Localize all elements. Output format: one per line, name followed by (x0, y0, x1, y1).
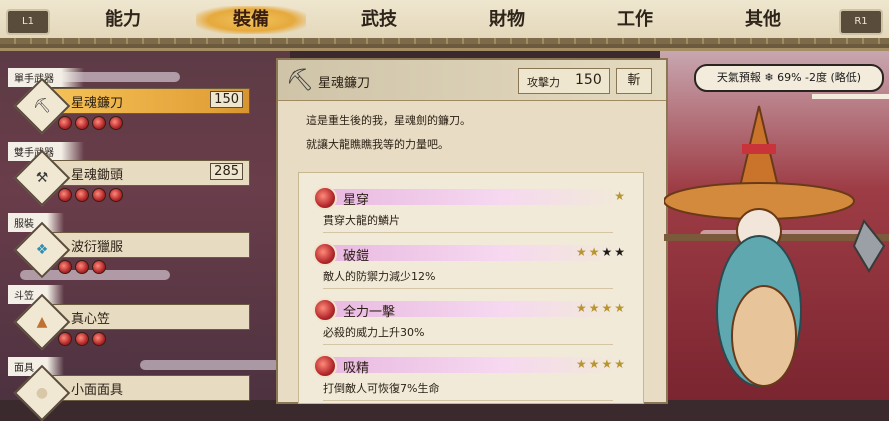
equipment-slot-two-hand[interactable]: 星魂鋤頭 285 (48, 160, 250, 186)
skill-desc: 敵人的防禦力減少12% (323, 268, 613, 289)
slot-value: 150 (210, 91, 243, 108)
gem-icon (92, 332, 106, 346)
slot-name: 小面面具 (71, 383, 124, 398)
clothing-icon: ❖ (35, 242, 49, 258)
attack-label: 攻擊力 (527, 76, 560, 89)
detail-header: ⛏ 星魂鐮刀 攻擊力 150 斬 (278, 60, 666, 101)
tab-equipment[interactable]: 裝備 (196, 6, 306, 34)
character-apron (731, 285, 797, 387)
slot-value: 285 (210, 163, 243, 180)
star-icon: ★★ (601, 245, 627, 259)
skill-stars: ★★★★ (576, 357, 627, 371)
gem-icon (75, 332, 89, 346)
equipment-slot-clothing[interactable]: 波衍獵服 (48, 232, 250, 258)
tab-ability[interactable]: 能力 (68, 6, 178, 34)
gem-row (58, 331, 109, 346)
nav-rail (0, 38, 889, 44)
description-line: 這是重生後的我，星魂劍的鐮刀。 (306, 114, 471, 127)
weapon-name: 星魂鐮刀 (318, 76, 371, 91)
skill-orb-icon (313, 354, 337, 378)
skill-stars: ★ (614, 189, 627, 203)
star-icon: ★★ (575, 245, 602, 259)
gem-icon (58, 260, 72, 274)
gem-row (58, 259, 109, 274)
skill-orb-icon (313, 186, 337, 210)
gem-icon (58, 116, 72, 130)
skill-name: 星穿 (343, 193, 370, 208)
slot-name: 波衍獵服 (71, 240, 124, 255)
skill-desc: 打倒敵人可恢復7%生命 (323, 380, 613, 401)
axe-head (852, 219, 886, 273)
hoe-icon: ⚒ (35, 170, 49, 186)
gem-icon (58, 332, 72, 346)
gem-icon (92, 116, 106, 130)
star-icon: ★★★★ (575, 301, 627, 315)
prev-tab-button[interactable]: L1 (6, 9, 50, 35)
skill-item[interactable]: 吸精 ★★★★ 打倒敵人可恢復7%生命 (313, 353, 633, 407)
item-detail-panel: ⛏ 星魂鐮刀 攻擊力 150 斬 這是重生後的我，星魂劍的鐮刀。 就讓大龍瞧瞧我… (276, 58, 668, 404)
gem-icon (92, 260, 106, 274)
sickle-icon: ⛏ (286, 68, 314, 93)
tab-martial-arts[interactable]: 武技 (324, 6, 434, 34)
tab-other[interactable]: 其他 (708, 6, 818, 34)
attack-value: 150 (575, 72, 602, 88)
skill-stars: ★★★★ (576, 245, 627, 259)
gem-icon (75, 116, 89, 130)
gem-row (58, 187, 126, 202)
star-icon: ★ (614, 189, 627, 203)
equipment-slot-mask[interactable]: 小面面具 (48, 375, 250, 401)
equipment-slot-hat[interactable]: 真心笠 (48, 304, 250, 330)
gem-icon (109, 188, 123, 202)
next-tab-button[interactable]: R1 (839, 9, 883, 35)
character-figure (664, 105, 889, 387)
sickle-icon: ⛏ (33, 98, 51, 114)
gem-icon (75, 260, 89, 274)
skill-orb-icon (313, 242, 337, 266)
skill-name: 破鎧 (343, 249, 370, 264)
slot-name: 真心笠 (71, 312, 111, 327)
skill-desc: 貫穿大龍的鱗片 (323, 212, 613, 233)
skill-list: 星穿 ★ 貫穿大龍的鱗片 破鎧 ★★★★ 敵人的防禦力減少12% 全力一擊 ★★… (298, 172, 644, 404)
description-line: 就讓大龍瞧瞧我等的力量吧。 (306, 138, 449, 151)
hat-icon: ▲ (36, 314, 48, 330)
tab-possessions[interactable]: 財物 (452, 6, 562, 34)
slot-name: 星魂鋤頭 (71, 168, 124, 183)
skill-item[interactable]: 星穿 ★ 貫穿大龍的鱗片 (313, 185, 633, 239)
weather-forecast: 天氣預報 ❄ 69% -2度 (略低) (694, 64, 884, 92)
mask-icon: ● (35, 385, 49, 401)
gem-icon (109, 116, 123, 130)
hat-band (742, 144, 776, 154)
tab-work[interactable]: 工作 (580, 6, 690, 34)
slot-name: 星魂鐮刀 (71, 96, 124, 111)
star-icon: ★★★★ (575, 357, 627, 371)
skill-item[interactable]: 破鎧 ★★★★ 敵人的防禦力減少12% (313, 241, 633, 295)
skill-stars: ★★★★ (576, 301, 627, 315)
skill-item[interactable]: 全力一擊 ★★★★ 必殺的威力上升30% (313, 297, 633, 351)
gem-row (58, 115, 126, 130)
skill-orb-icon (313, 298, 337, 322)
skill-desc: 必殺的威力上升30% (323, 324, 613, 345)
gem-icon (75, 188, 89, 202)
cloud-streak (140, 360, 280, 370)
damage-type: 斬 (616, 68, 652, 94)
top-nav-bar: L1 能力 裝備 武技 財物 工作 其他 R1 (0, 0, 889, 48)
skill-name: 吸精 (343, 361, 370, 376)
gem-icon (92, 188, 106, 202)
attack-box: 攻擊力 150 (518, 68, 610, 94)
equipment-slot-one-hand[interactable]: 星魂鐮刀 150 (48, 88, 250, 114)
gem-icon (58, 188, 72, 202)
skill-name: 全力一擊 (343, 305, 396, 320)
